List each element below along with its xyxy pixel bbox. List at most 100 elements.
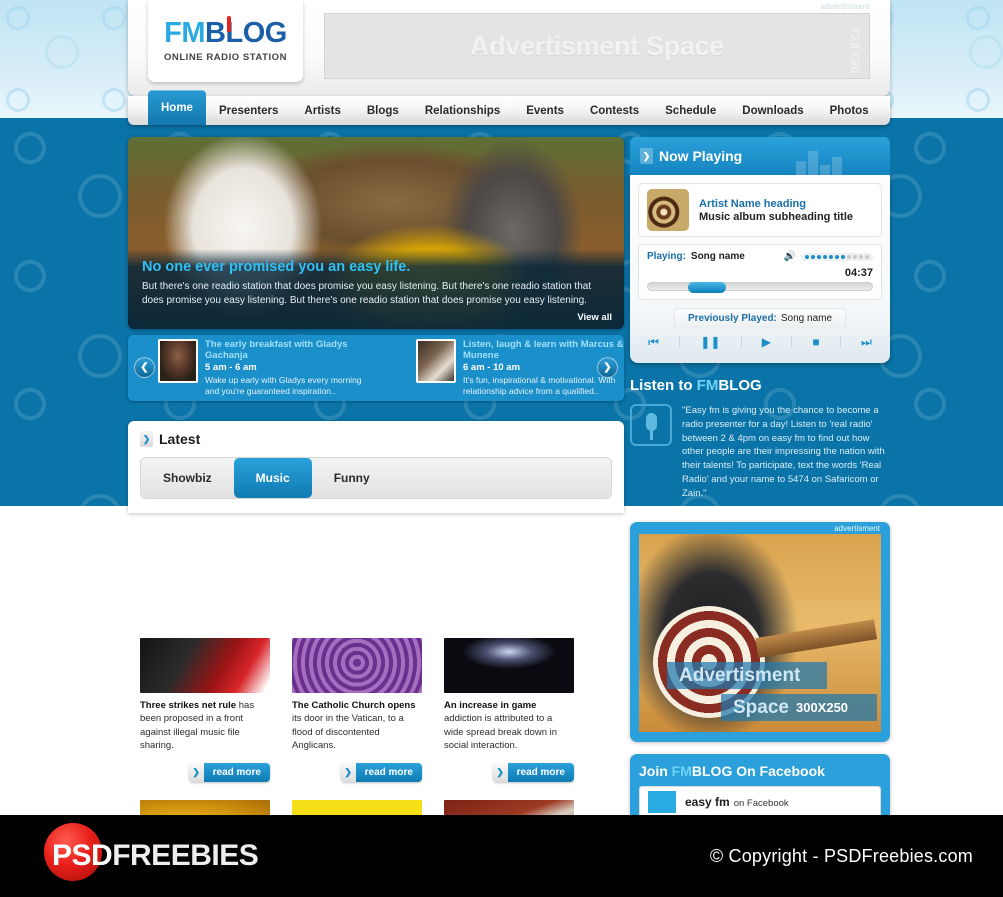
tab-funny[interactable]: Funny [312, 458, 392, 498]
equalizer-bar [820, 165, 830, 175]
facebook-page-sub: on Facebook [733, 798, 789, 810]
equalizer-bar [796, 161, 806, 175]
pause-button[interactable]: ❚❚ [700, 335, 720, 349]
read-more-row: ❯ read more [140, 762, 270, 782]
control-divider [740, 336, 742, 348]
nav-item-blogs[interactable]: Blogs [354, 96, 412, 125]
top-ad-placeholder[interactable]: Advertisment Space 728X90 [324, 13, 870, 79]
article-thumbnail[interactable] [140, 638, 270, 693]
latest-panel: ❯ Latest Showbiz Music Funny [128, 421, 624, 513]
volume-dot[interactable] [859, 254, 863, 259]
site-header: FMBLOG ONLINE RADIO STATION advertisment… [128, 0, 890, 96]
previously-played[interactable]: Previously Played: Song name [674, 308, 846, 328]
facebook-page-card[interactable]: easy fm on Facebook [639, 786, 881, 819]
logo-blog-text: BLOG [205, 17, 287, 49]
seek-handle[interactable] [688, 282, 727, 293]
top-advertisement[interactable]: advertisment Advertisment Space 728X90 [324, 2, 872, 80]
nav-item-photos[interactable]: Photos [817, 96, 882, 125]
logo-wordmark: FMBLOG [164, 16, 287, 49]
hero-description: But there's one readio station that does… [142, 281, 592, 306]
chevron-right-icon: ❯ [640, 148, 653, 164]
sidebar-ad-label: advertisment [834, 524, 880, 534]
nav-item-schedule[interactable]: Schedule [652, 96, 729, 125]
guitar-neck-graphic [755, 619, 878, 659]
chevron-right-icon: ❯ [188, 762, 204, 782]
volume-dot[interactable] [817, 254, 821, 259]
hero-banner[interactable]: No one ever promised you an easy life. B… [128, 137, 624, 329]
right-column: ❯ Now Playing Artist Name heading Music … [630, 137, 890, 819]
volume-dot[interactable] [835, 254, 839, 259]
read-more-button[interactable]: ❯ read more [188, 762, 270, 782]
sidebar-ad-line2: Space 300X250 [721, 694, 877, 722]
presenter-photo [158, 338, 198, 383]
presenter-blurb: Wake up early with Gladys every morning … [205, 375, 362, 397]
volume-level-dots[interactable] [801, 252, 873, 261]
read-more-label: read more [203, 762, 270, 782]
playing-row: Playing: Song name 🔊 [647, 251, 873, 262]
article-thumbnail[interactable] [444, 638, 574, 693]
sidebar-advertisement[interactable]: advertisment Advertisment Space 300X250 [630, 522, 890, 743]
presenter-blurb: It's fun, inspirational & motivational. … [463, 375, 616, 397]
presenter-time: 5 am - 6 am [205, 362, 257, 374]
hero-caption: No one ever promised you an easy life. B… [128, 249, 624, 329]
microphone-icon [630, 404, 672, 446]
volume-dot[interactable] [811, 254, 815, 259]
nav-item-home[interactable]: Home [148, 90, 206, 125]
sidebar-ad-image-guitarist[interactable]: Advertisment Space 300X250 [639, 534, 881, 733]
main-navigation: Home Presenters Artists Blogs Relationships E… [128, 90, 890, 125]
next-track-button[interactable]: ⏭ [861, 335, 872, 350]
nav-item-contests[interactable]: Contests [577, 96, 652, 125]
volume-control[interactable]: 🔊 [784, 251, 873, 262]
nav-item-downloads[interactable]: Downloads [729, 96, 816, 125]
volume-dot[interactable] [841, 254, 845, 259]
read-more-button[interactable]: ❯ read more [340, 762, 422, 782]
read-more-label: read more [507, 762, 574, 782]
track-time: 04:37 [844, 267, 873, 279]
carousel-prev-button[interactable]: ❮ [134, 357, 155, 378]
previous-track-button[interactable]: ⏮ [648, 335, 659, 350]
logo-fm-text: FM [164, 17, 206, 49]
volume-dot[interactable] [853, 254, 857, 259]
playback-panel: Playing: Song name 🔊 04:37 [638, 244, 882, 300]
article-thumbnail[interactable] [292, 638, 422, 693]
read-more-row: ❯ read more [444, 762, 574, 782]
now-playing-title: Now Playing [659, 148, 743, 164]
volume-dot[interactable] [829, 254, 833, 259]
nav-item-events[interactable]: Events [513, 96, 577, 125]
article-card[interactable]: Three strikes net rule has been proposed… [140, 638, 270, 782]
chevron-right-icon: ❯ [340, 762, 356, 782]
sidebar-ad-size: 300X250 [795, 700, 849, 716]
stop-button[interactable]: ■ [812, 335, 819, 349]
carousel-next-button[interactable]: ❯ [597, 357, 618, 378]
tab-showbiz[interactable]: Showbiz [141, 458, 234, 498]
artist-name: Artist Name heading [699, 197, 806, 210]
article-card[interactable]: An increase in game addiction is attribu… [444, 638, 574, 782]
volume-dot[interactable] [823, 254, 827, 259]
facebook-page-meta: easy fm on Facebook [685, 793, 789, 811]
presenter-card[interactable]: The early breakfast with Gladys Gachanja… [158, 338, 376, 398]
read-more-button[interactable]: ❯ read more [492, 762, 574, 782]
control-divider [791, 336, 793, 348]
play-button[interactable]: ▶ [762, 335, 771, 349]
radio-player: Artist Name heading Music album subheadi… [630, 175, 890, 363]
listen-prefix: Listen to [630, 377, 697, 394]
speaker-icon[interactable]: 🔊 [784, 251, 796, 262]
volume-dot[interactable] [805, 254, 809, 259]
listen-quote-text: "Easy fm is giving you the chance to bec… [682, 405, 885, 499]
article-rest: addiction is attributed to a wide spread… [444, 713, 558, 752]
article-card[interactable]: The Catholic Church opens its door in th… [292, 638, 422, 782]
hero-view-all-link[interactable]: View all [577, 312, 612, 323]
facebook-join-text: Join [639, 763, 672, 780]
site-logo[interactable]: FMBLOG ONLINE RADIO STATION [148, 0, 303, 82]
freebies-text: FREEBIES [112, 839, 259, 872]
tab-music[interactable]: Music [233, 458, 312, 498]
nav-item-presenters[interactable]: Presenters [206, 96, 291, 125]
volume-dot[interactable] [865, 254, 869, 259]
control-divider [839, 336, 841, 348]
footer-bar: PSDFREEBIES © Copyright - PSDFreebies.co… [0, 815, 1003, 897]
presenter-meta: The early breakfast with Gladys Gachanja… [205, 339, 376, 398]
seek-bar[interactable] [647, 282, 873, 293]
nav-item-relationships[interactable]: Relationships [412, 96, 513, 125]
volume-dot[interactable] [847, 254, 851, 259]
nav-item-artists[interactable]: Artists [291, 96, 353, 125]
